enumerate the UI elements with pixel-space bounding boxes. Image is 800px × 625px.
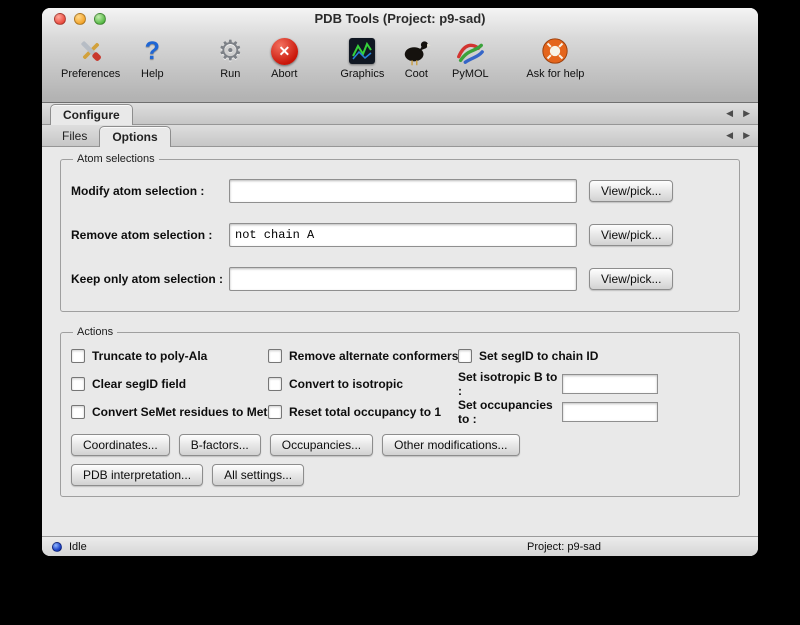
coot-icon [394, 34, 438, 68]
status-indicator-icon [52, 542, 62, 552]
tools-icon [69, 34, 113, 68]
checkbox-remove-alternate-conformers[interactable]: Remove alternate conformers [268, 349, 458, 363]
checkbox-set-segid-to-chain-id[interactable]: Set segID to chain ID [458, 349, 729, 363]
checkbox-reset-total-occupancy-to-1[interactable]: Reset total occupancy to 1 [268, 405, 458, 419]
set-occupancies-field: Set occupancies to : [458, 398, 729, 426]
checkbox-indicator [71, 405, 85, 419]
checkbox-indicator [268, 377, 282, 391]
close-button[interactable] [54, 13, 66, 25]
toolbar-help-button[interactable]: ? Help [125, 32, 179, 82]
view-pick-modify-button[interactable]: View/pick... [589, 180, 673, 202]
toolbar-abort-button[interactable]: ✕ Abort [257, 32, 311, 82]
checkbox-clear-segid-field[interactable]: Clear segID field [71, 377, 268, 391]
set-occupancies-input[interactable] [562, 402, 658, 422]
actions-row-1: Truncate to poly-Ala Remove alternate co… [71, 342, 729, 370]
toolbar-graphics-button[interactable]: Graphics [335, 32, 389, 82]
toolbar-item-label: Abort [271, 68, 297, 80]
remove-atom-selection-input[interactable] [229, 223, 577, 247]
toolbar-ask-for-help-button[interactable]: Ask for help [521, 32, 589, 82]
checkbox-indicator [71, 377, 85, 391]
window-chrome: PDB Tools (Project: p9-sad) Preference [42, 8, 758, 103]
project-label: Project: p9-sad [527, 541, 601, 553]
set-occupancies-label: Set occupancies to : [458, 398, 562, 426]
zoom-button[interactable] [94, 13, 106, 25]
toolbar-preferences-button[interactable]: Preferences [56, 32, 125, 82]
checkbox-convert-semet-residues-to-met[interactable]: Convert SeMet residues to Met [71, 405, 268, 419]
keep-only-atom-selection-row: Keep only atom selection : View/pick... [71, 257, 729, 301]
tab-bar-outer: Configure ◀ ▶ [42, 103, 758, 125]
minimize-button[interactable] [74, 13, 86, 25]
graphics-icon [340, 34, 384, 68]
toolbar-item-label: Help [141, 68, 164, 80]
toolbar: Preferences ? Help ⚙ Run ✕ [42, 30, 758, 102]
actions-buttons-row-1: Coordinates... B-factors... Occupancies.… [71, 434, 729, 456]
tab-scroll-left-icon[interactable]: ◀ [726, 109, 733, 118]
gear-icon: ⚙ [208, 34, 252, 68]
b-factors-button[interactable]: B-factors... [179, 434, 261, 456]
tab-scroll-right-icon[interactable]: ▶ [743, 109, 750, 118]
toolbar-pymol-button[interactable]: PyMOL [443, 32, 497, 82]
toolbar-run-button[interactable]: ⚙ Run [203, 32, 257, 82]
view-pick-remove-button[interactable]: View/pick... [589, 224, 673, 246]
remove-atom-selection-label: Remove atom selection : [71, 228, 229, 242]
checkbox-indicator [268, 405, 282, 419]
atom-selections-group: Atom selections Modify atom selection : … [60, 153, 740, 312]
coordinates-button[interactable]: Coordinates... [71, 434, 170, 456]
traffic-lights [54, 13, 106, 25]
tab-scroll-left-icon[interactable]: ◀ [726, 131, 733, 140]
checkbox-convert-to-isotropic[interactable]: Convert to isotropic [268, 377, 458, 391]
actions-row-3: Convert SeMet residues to Met Reset tota… [71, 398, 729, 426]
occupancies-button[interactable]: Occupancies... [270, 434, 373, 456]
tab-scroll-controls: ◀ ▶ [726, 103, 750, 124]
tab-configure[interactable]: Configure [50, 104, 133, 125]
toolbar-item-label: Coot [405, 68, 428, 80]
modify-atom-selection-label: Modify atom selection : [71, 184, 229, 198]
view-pick-keep-button[interactable]: View/pick... [589, 268, 673, 290]
actions-row-2: Clear segID field Convert to isotropic S… [71, 370, 729, 398]
status-bar: Idle Project: p9-sad [42, 536, 758, 556]
toolbar-coot-button[interactable]: Coot [389, 32, 443, 82]
set-isotropic-b-field: Set isotropic B to : [458, 370, 729, 398]
tab-scroll-controls: ◀ ▶ [726, 125, 750, 146]
toolbar-item-label: Preferences [61, 68, 120, 80]
tab-options[interactable]: Options [99, 126, 170, 147]
pymol-icon [448, 34, 492, 68]
screen-background: PDB Tools (Project: p9-sad) Preference [0, 0, 800, 625]
remove-atom-selection-row: Remove atom selection : View/pick... [71, 213, 729, 257]
tab-files[interactable]: Files [50, 126, 99, 146]
set-isotropic-b-input[interactable] [562, 374, 658, 394]
options-panel: Atom selections Modify atom selection : … [42, 147, 758, 536]
toolbar-item-label: PyMOL [452, 68, 489, 80]
set-isotropic-b-label: Set isotropic B to : [458, 370, 562, 398]
keep-only-atom-selection-label: Keep only atom selection : [71, 272, 229, 286]
help-icon: ? [130, 34, 174, 68]
modify-atom-selection-row: Modify atom selection : View/pick... [71, 169, 729, 213]
modify-atom-selection-input[interactable] [229, 179, 577, 203]
status-text: Idle [69, 541, 87, 553]
actions-group: Actions Truncate to poly-Ala Remove alte… [60, 326, 740, 497]
all-settings-button[interactable]: All settings... [212, 464, 304, 486]
checkbox-indicator [268, 349, 282, 363]
life-ring-icon [533, 34, 577, 68]
checkbox-truncate-to-poly-ala[interactable]: Truncate to poly-Ala [71, 349, 268, 363]
toolbar-item-label: Run [220, 68, 240, 80]
tab-scroll-right-icon[interactable]: ▶ [743, 131, 750, 140]
toolbar-item-label: Graphics [340, 68, 384, 80]
title-bar: PDB Tools (Project: p9-sad) [42, 8, 758, 30]
actions-legend: Actions [73, 326, 117, 338]
abort-icon: ✕ [262, 34, 306, 68]
toolbar-item-label: Ask for help [526, 68, 584, 80]
tab-bar-inner: Files Options ◀ ▶ [42, 125, 758, 147]
window-title: PDB Tools (Project: p9-sad) [42, 8, 758, 30]
pdb-interpretation-button[interactable]: PDB interpretation... [71, 464, 203, 486]
pdb-tools-window: PDB Tools (Project: p9-sad) Preference [42, 8, 758, 556]
checkbox-indicator [458, 349, 472, 363]
checkbox-indicator [71, 349, 85, 363]
keep-only-atom-selection-input[interactable] [229, 267, 577, 291]
actions-buttons-row-2: PDB interpretation... All settings... [71, 464, 729, 486]
other-modifications-button[interactable]: Other modifications... [382, 434, 519, 456]
atom-selections-legend: Atom selections [73, 153, 159, 165]
